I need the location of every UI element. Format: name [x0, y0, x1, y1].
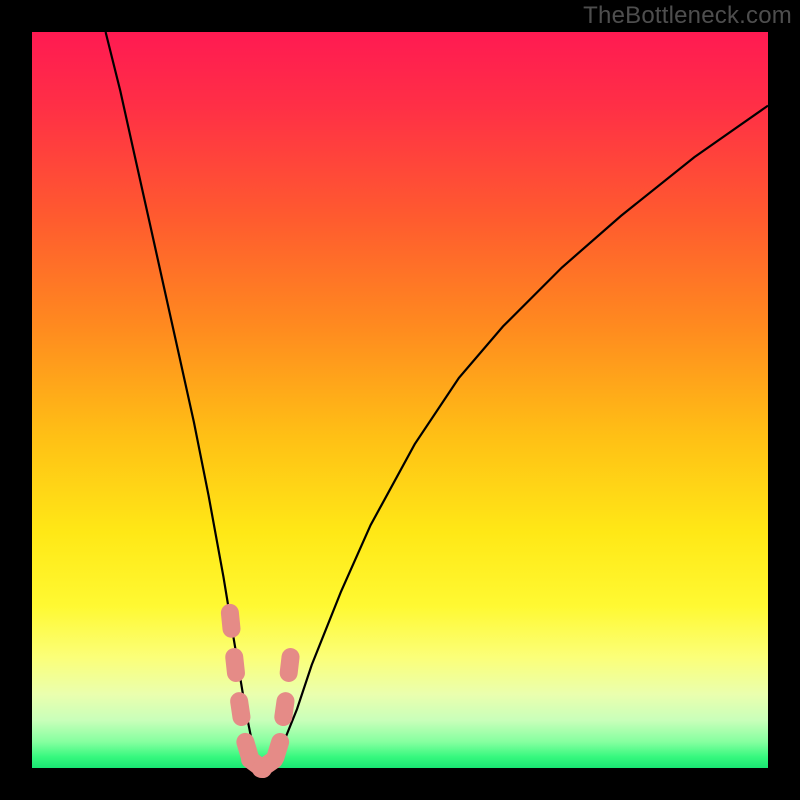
plot-background: [32, 32, 768, 768]
chart-frame: TheBottleneck.com: [0, 0, 800, 800]
chart-svg: [0, 0, 800, 800]
watermark-text: TheBottleneck.com: [583, 2, 792, 30]
